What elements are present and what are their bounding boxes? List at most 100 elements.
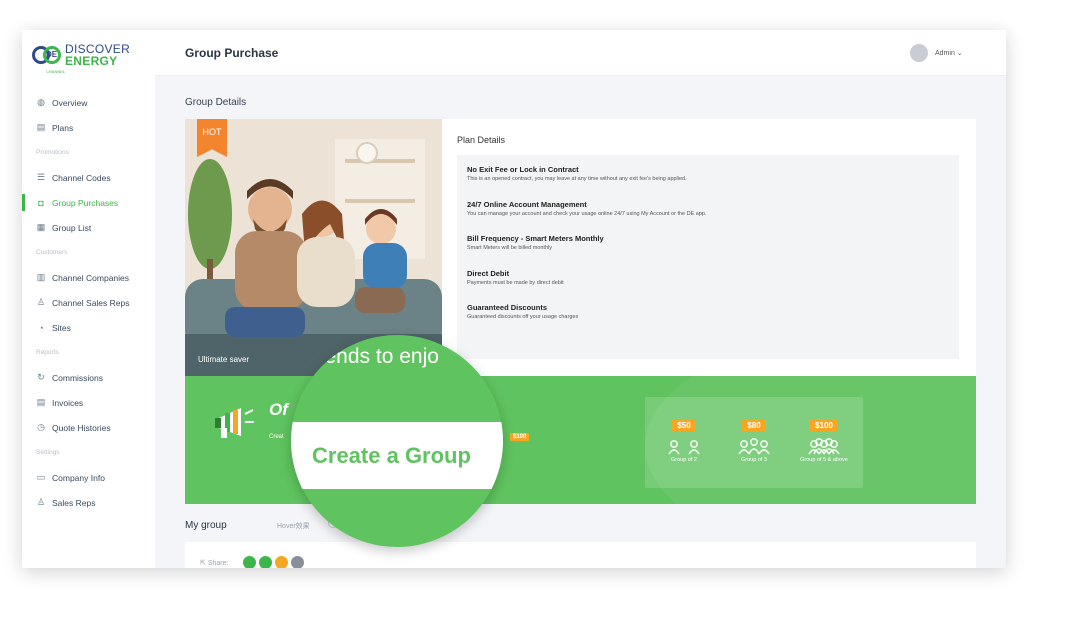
logo-mark-icon: DE	[32, 44, 62, 66]
section-title: Group Details	[185, 97, 247, 108]
plan-detail-row: Guaranteed Discounts Guaranteed discounts…	[467, 302, 949, 337]
photo-caption: Ultimate saver	[198, 355, 250, 364]
tier-price-badge: $100	[810, 420, 838, 431]
sidebar-item-channel-sales-reps[interactable]: ♙ Channel Sales Reps	[22, 290, 155, 315]
tier-label: Group of 3	[741, 457, 767, 463]
share-label: ⇱ Share:	[200, 559, 228, 567]
sidebar-item-company-info[interactable]: ▭ Company Info	[22, 465, 155, 490]
share-label-text: Share:	[207, 560, 229, 567]
avatar[interactable]	[910, 44, 928, 62]
share-green-2-icon[interactable]	[259, 556, 272, 568]
sidebar-item-plans[interactable]: ▤ Plans	[22, 115, 155, 140]
id-card-icon: ▭	[36, 472, 46, 482]
magnified-headline: friends to enjo	[307, 345, 439, 368]
plan-detail-heading: Direct Debit	[467, 268, 510, 278]
plan-detail-desc: This is an opened contract, you may leav…	[467, 176, 687, 182]
sidebar-item-label: Invoices	[52, 397, 84, 408]
logo-text: DISCOVER ENERGY CHANNEL	[46, 43, 130, 74]
group-tier: $80 Group of 3	[719, 415, 789, 463]
offer-subtitle: Creat	[269, 434, 284, 440]
wifi-icon: ◔	[38, 322, 44, 333]
sidebar-item-sites[interactable]: ◔ Sites	[22, 315, 155, 340]
group-details-card: HOT Ultimate saver Plan Details No Exit …	[185, 119, 976, 376]
plan-detail-desc: Smart Meters will be billed monthly	[467, 245, 552, 251]
plan-detail-heading: Bill Frequency - Smart Meters Monthly	[467, 234, 604, 243]
plan-detail-desc: Payments must be made by direct debit	[467, 279, 564, 286]
plan-detail-row: Direct Debit Payments must be made by dir…	[467, 268, 949, 303]
sidebar-item-channel-companies[interactable]: ▥ Channel Companies	[22, 265, 155, 290]
sidebar-item-label: Commissions	[52, 372, 104, 383]
nav-section-label: Customers	[36, 249, 68, 256]
my-group-title: My group	[185, 520, 227, 531]
share-icon: ⇱	[200, 560, 208, 567]
user-menu[interactable]: Admin ⌄	[935, 49, 963, 57]
sidebar-item-label: Channel Companies	[52, 272, 130, 283]
building-icon: ▥	[36, 272, 46, 282]
page-title: Group Purchase	[185, 46, 279, 60]
share-grey-icon[interactable]	[291, 556, 304, 568]
plan-details-title: Plan Details	[457, 135, 506, 145]
logo-line-2: ENERGY	[65, 54, 118, 68]
invoice-icon: ▤	[36, 397, 46, 407]
group-people-icon	[719, 437, 789, 455]
tier-label: Group of 5 & above	[800, 457, 848, 463]
hover-hint: Hover效果	[277, 523, 310, 530]
tier-price-badge: $80	[742, 420, 766, 431]
gauge-icon: ◍	[37, 97, 45, 107]
sidebar-item-group-list[interactable]: ▦ Group List	[22, 215, 155, 240]
sidebar-item-label: Channel Sales Reps	[52, 297, 130, 308]
history-icon: ◷	[37, 422, 45, 432]
create-group-button[interactable]: Create a Group	[291, 422, 503, 489]
plan-details-box: No Exit Fee or Lock in Contract This is a…	[457, 155, 959, 359]
plan-detail-heading: 24/7 Online Account Management	[467, 199, 587, 209]
tier-label: Group of 2	[671, 457, 697, 463]
refresh-icon: ↻	[37, 372, 45, 382]
offer-pill: $100	[510, 433, 530, 441]
plan-detail-row: Bill Frequency - Smart Meters Monthly Sma…	[467, 233, 949, 268]
person-icon: ♙	[36, 497, 46, 507]
plan-detail-desc: You can manage your account and check yo…	[467, 210, 707, 217]
group-tier: $50 Group of 2	[649, 415, 719, 463]
magnifier-lens: friends to enjo Create a Group	[291, 335, 503, 547]
logo-tagline: CHANNEL	[46, 69, 66, 74]
app-window: DE DISCOVER ENERGY CHANNEL ◍ Overview ▤ Pla…	[22, 30, 1006, 568]
group-people-icon	[789, 437, 859, 455]
group-tier: $100 Group of 5 & above	[789, 415, 859, 463]
plan-detail-heading: No Exit Fee or Lock in Contract	[467, 165, 579, 174]
plan-detail-desc: Guaranteed discounts off your usage char…	[467, 314, 579, 320]
plan-detail-row: No Exit Fee or Lock in Contract This is a…	[467, 164, 949, 199]
sidebar-item-label: Sites	[52, 322, 71, 333]
sidebar: DE DISCOVER ENERGY CHANNEL ◍ Overview ▤ Pla…	[22, 30, 155, 568]
group-people-icon	[649, 437, 719, 455]
sidebar-item-label: Quote Histories	[52, 422, 111, 433]
sidebar-nav: ◍ Overview ▤ Plans Promotions ☰ Channel Codes ◘…	[22, 90, 155, 515]
group-tiers: $50 Group of 2 $80 Group of 3 $100 Group of 5…	[645, 397, 863, 488]
nav-section-label: Settings	[36, 449, 60, 456]
share-orange-icon[interactable]	[275, 556, 288, 568]
logo-mark-text: DE	[46, 50, 58, 59]
person-icon: ♙	[36, 297, 46, 307]
sidebar-item-group-purchases[interactable]: ◘ Group Purchases	[22, 190, 155, 215]
sidebar-item-invoices[interactable]: ▤ Invoices	[22, 390, 155, 415]
sidebar-item-quote-histories[interactable]: ◷ Quote Histories	[22, 415, 155, 440]
document-icon: ▤	[36, 122, 46, 132]
sidebar-item-channel-codes[interactable]: ☰ Channel Codes	[22, 165, 155, 190]
sidebar-item-label: Overview	[52, 97, 88, 108]
nav-section-label: Promotions	[36, 149, 69, 156]
sidebar-item-label: Group Purchases	[52, 197, 119, 208]
sidebar-item-label: Sales Reps	[52, 497, 96, 508]
top-header: Group Purchase Admin ⌄	[155, 30, 1006, 76]
offer-title: Of	[269, 400, 288, 419]
bag-icon: ◘	[38, 197, 44, 208]
sidebar-item-label: Group List	[52, 222, 92, 233]
plan-detail-heading: Guaranteed Discounts	[467, 303, 548, 312]
list-icon: ☰	[36, 172, 46, 182]
sidebar-item-commissions[interactable]: ↻ Commissions	[22, 365, 155, 390]
sidebar-item-label: Company Info	[52, 472, 105, 483]
brand-logo[interactable]: DE DISCOVER ENERGY CHANNEL	[32, 38, 142, 74]
megaphone-icon	[215, 408, 254, 438]
nav-section-label: Reports	[36, 349, 59, 356]
sidebar-item-overview[interactable]: ◍ Overview	[22, 90, 155, 115]
sidebar-item-sales-reps[interactable]: ♙ Sales Reps	[22, 490, 155, 515]
share-green-icon[interactable]	[243, 556, 256, 568]
